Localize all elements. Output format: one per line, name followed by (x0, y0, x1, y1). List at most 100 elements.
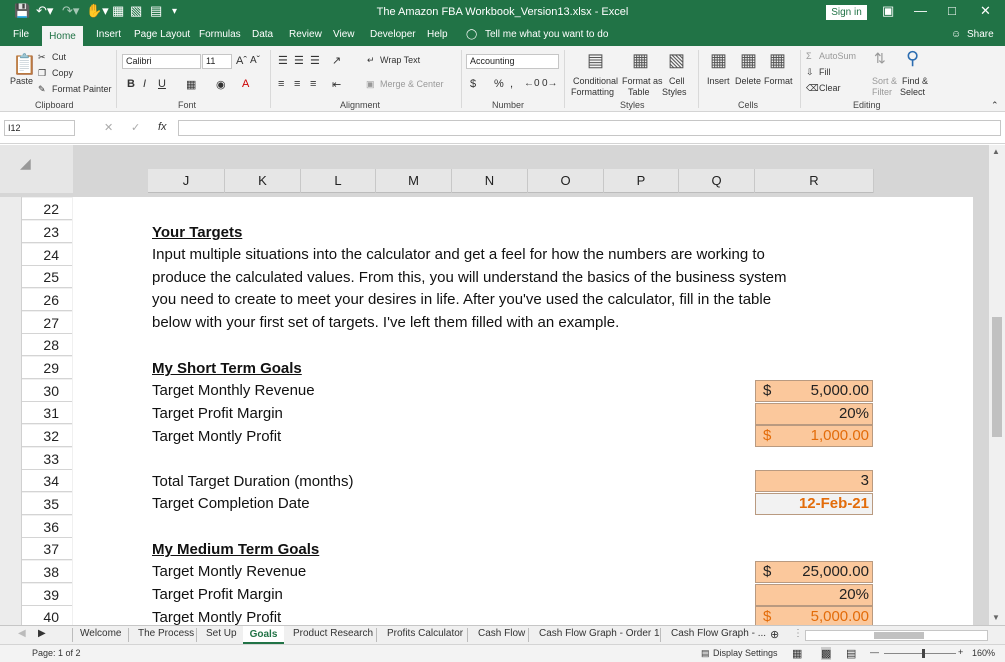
add-sheet-icon[interactable]: ⊕ (770, 628, 779, 641)
tab-developer[interactable]: Developer (370, 29, 416, 40)
col-header-r[interactable]: R (755, 169, 874, 193)
zoom-out-icon[interactable]: — (870, 647, 879, 657)
insert-function-icon[interactable]: fx (158, 121, 167, 133)
percent-button[interactable]: % (494, 78, 504, 90)
orientation-icon[interactable]: ↗ (332, 54, 341, 67)
scroll-up-icon[interactable]: ▲ (992, 147, 1000, 156)
tab-help[interactable]: Help (427, 29, 448, 40)
italic-button[interactable]: I (143, 78, 146, 90)
hscroll-thumb[interactable] (874, 632, 924, 639)
comma-icon[interactable]: , (510, 78, 513, 90)
tab-page-layout[interactable]: Page Layout (134, 29, 190, 40)
row-header[interactable]: 27 (22, 312, 72, 334)
row-header[interactable]: 28 (22, 334, 72, 356)
medium-revenue-cell[interactable]: $ 25,000.00 (755, 561, 873, 583)
insert-cells-button[interactable]: Insert (707, 76, 730, 86)
medium-margin-cell[interactable]: 20% (755, 584, 873, 606)
row-header[interactable]: 31 (22, 402, 72, 424)
share-icon[interactable]: ☺ (951, 29, 961, 40)
wrap-text-icon[interactable]: ↵ (367, 55, 375, 66)
sheet-tab-product-research[interactable]: Product Research (293, 628, 373, 639)
borders-icon[interactable]: ▦ (186, 78, 196, 91)
font-size-select[interactable]: 11 (202, 54, 232, 69)
sheet-tab-welcome[interactable]: Welcome (80, 628, 122, 639)
name-box[interactable]: I12 (4, 120, 75, 136)
row-header[interactable]: 33 (22, 448, 72, 470)
share-button[interactable]: Share (967, 29, 994, 40)
conditional-formatting-icon[interactable]: ▤ (587, 50, 604, 71)
number-format-select[interactable]: Accounting (466, 54, 559, 69)
tab-review[interactable]: Review (289, 29, 322, 40)
display-settings-icon[interactable]: ▤ (701, 648, 710, 659)
collapse-ribbon-icon[interactable]: ⌃ (991, 100, 999, 111)
merge-center-button[interactable]: Merge & Center (380, 79, 444, 89)
col-header-j[interactable]: J (148, 169, 225, 193)
sheet-tab-the-process[interactable]: The Process (138, 628, 194, 639)
row-header[interactable]: 30 (22, 380, 72, 402)
sheet-tab-profits-calculator[interactable]: Profits Calculator (387, 628, 463, 639)
align-middle-icon[interactable]: ☰ (294, 54, 304, 67)
row-header[interactable]: 38 (22, 561, 72, 583)
col-header-m[interactable]: M (376, 169, 452, 193)
horizontal-scrollbar[interactable] (805, 630, 988, 641)
copy-icon[interactable]: ❐ (38, 68, 46, 79)
sheet-cells[interactable]: Your Targets Input multiple situations i… (73, 197, 973, 628)
sign-in-button[interactable]: Sign in (826, 5, 867, 20)
col-header-n[interactable]: N (452, 169, 528, 193)
short-profit-cell[interactable]: $ 1,000.00 (755, 425, 873, 447)
sort-filter-icon[interactable]: ⇅ (874, 50, 886, 67)
fill-icon[interactable]: ⇩ (806, 67, 814, 78)
align-bottom-icon[interactable]: ☰ (310, 54, 320, 67)
maximize-icon[interactable]: □ (948, 3, 956, 18)
align-right-icon[interactable]: ≡ (310, 78, 316, 90)
format-as-table-label2[interactable]: Table (628, 87, 650, 97)
sort-filter-label2[interactable]: Filter (872, 87, 892, 97)
find-select-label[interactable]: Find & (902, 76, 928, 86)
tab-formulas[interactable]: Formulas (199, 29, 241, 40)
align-center-icon[interactable]: ≡ (294, 78, 300, 90)
align-left-icon[interactable]: ≡ (278, 78, 284, 90)
page-layout-view-icon[interactable]: ▩ (821, 647, 832, 660)
autosum-icon[interactable]: Σ (806, 51, 812, 61)
increase-decimal-icon[interactable]: ←0 (524, 78, 540, 89)
next-sheet-icon[interactable]: ▶ (38, 628, 46, 639)
scroll-down-icon[interactable]: ▼ (992, 613, 1000, 622)
delete-cells-button[interactable]: Delete (735, 76, 761, 86)
col-header-l[interactable]: L (301, 169, 376, 193)
font-name-select[interactable]: Calibri (122, 54, 201, 69)
conditional-formatting-label[interactable]: Conditional (573, 76, 618, 86)
row-header[interactable]: 22 (22, 198, 72, 220)
close-icon[interactable]: ✕ (980, 3, 991, 19)
col-header-o[interactable]: O (528, 169, 604, 193)
zoom-slider-thumb[interactable] (922, 649, 925, 658)
copy-button[interactable]: Copy (52, 68, 73, 78)
short-revenue-cell[interactable]: $ 5,000.00 (755, 380, 873, 402)
tab-insert[interactable]: Insert (96, 29, 121, 40)
font-color-icon[interactable]: A (242, 78, 249, 90)
fill-button[interactable]: Fill (819, 67, 831, 77)
indent-icon[interactable]: ⇤ (332, 78, 341, 91)
shrink-font-icon[interactable]: Aˇ (250, 55, 260, 66)
bold-button[interactable]: B (127, 78, 135, 90)
completion-date-cell[interactable]: 12-Feb-21 (755, 493, 873, 515)
grow-font-icon[interactable]: Aˆ (236, 55, 247, 67)
row-header[interactable]: 26 (22, 289, 72, 311)
col-header-p[interactable]: P (604, 169, 679, 193)
select-all-corner[interactable]: ◢ (0, 145, 73, 193)
page-break-view-icon[interactable]: ▤ (846, 647, 856, 660)
cut-icon[interactable]: ✂ (38, 52, 46, 63)
cut-button[interactable]: Cut (52, 52, 66, 62)
row-header[interactable]: 36 (22, 516, 72, 538)
cancel-icon[interactable]: ✕ (104, 121, 113, 134)
find-select-icon[interactable]: ⚲ (906, 48, 919, 69)
conditional-formatting-label2[interactable]: Formatting (571, 87, 614, 97)
cell-styles-icon[interactable]: ▧ (668, 50, 685, 71)
fill-color-icon[interactable]: ◉ (216, 78, 226, 91)
zoom-slider[interactable] (884, 653, 956, 654)
format-cells-button[interactable]: Format (764, 76, 793, 86)
sheet-tab-cash-flow[interactable]: Cash Flow (478, 628, 525, 639)
row-header[interactable]: 25 (22, 266, 72, 288)
tab-home[interactable]: Home (42, 26, 83, 46)
zoom-level[interactable]: 160% (972, 648, 995, 658)
cell-styles-label2[interactable]: Styles (662, 87, 687, 97)
